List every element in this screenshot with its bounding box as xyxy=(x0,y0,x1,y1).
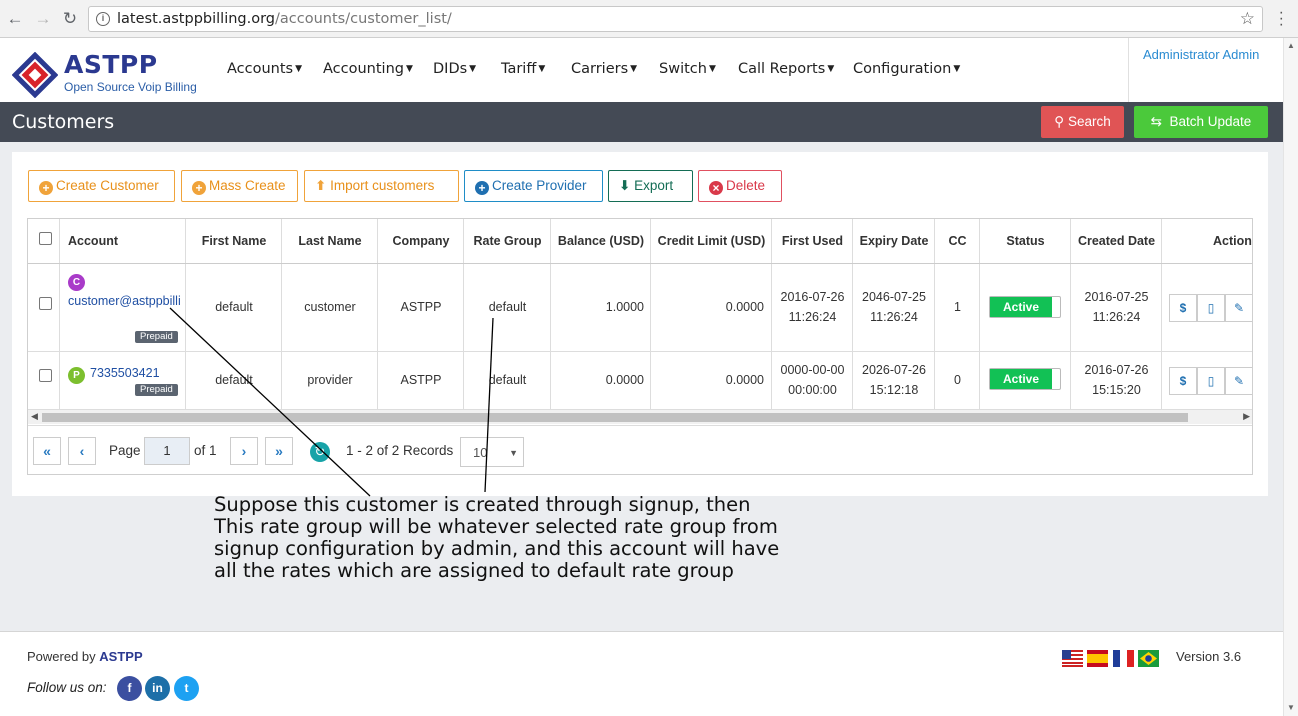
scroll-up-icon[interactable]: ▲ xyxy=(1287,41,1295,50)
follow-label: Follow us on: xyxy=(27,680,107,695)
footer: Powered by ASTPP Follow us on: f in t Ve… xyxy=(0,631,1283,716)
annotation-text: Suppose this customer is created through… xyxy=(214,493,780,582)
spain-flag-icon[interactable] xyxy=(1087,650,1108,667)
powered-by: Powered by ASTPP xyxy=(27,649,143,664)
us-flag-icon[interactable] xyxy=(1062,650,1083,667)
facebook-icon[interactable]: f xyxy=(117,676,142,701)
annotation-arrows xyxy=(169,307,494,497)
vertical-scrollbar[interactable]: ▲ ▼ xyxy=(1283,38,1298,716)
astpp-link[interactable]: ASTPP xyxy=(99,649,142,664)
brazil-flag-icon[interactable] xyxy=(1138,650,1159,667)
twitter-icon[interactable]: t xyxy=(174,676,199,701)
france-flag-icon[interactable] xyxy=(1113,650,1134,667)
linkedin-icon[interactable]: in xyxy=(145,676,170,701)
scroll-down-icon[interactable]: ▼ xyxy=(1287,703,1295,712)
version-label: Version 3.6 xyxy=(1176,649,1242,664)
